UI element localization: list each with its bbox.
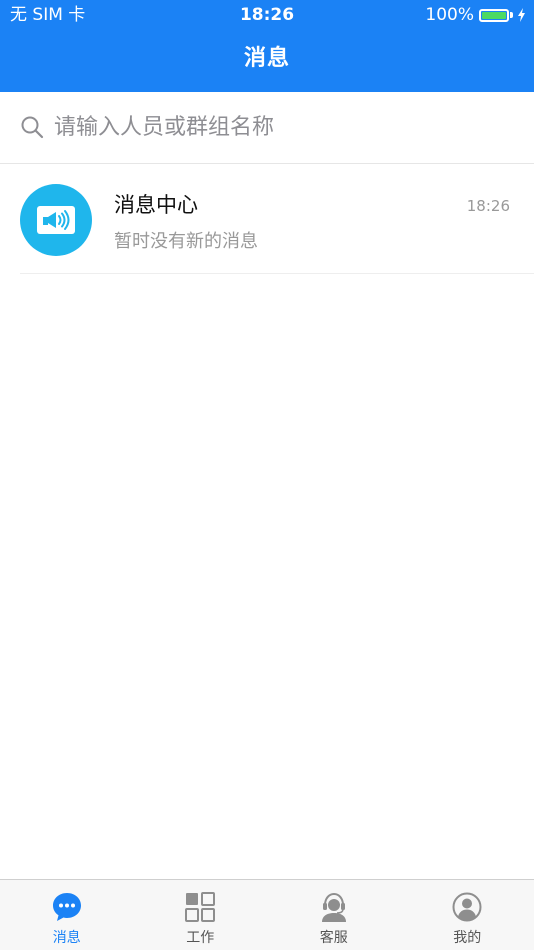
conversation-item-message-center[interactable]: 消息中心 18:26 暂时没有新的消息 [0, 164, 534, 274]
tab-label: 消息 [52, 930, 81, 946]
tab-label: 客服 [319, 930, 348, 946]
tab-bar: 消息 工作 客服 我的 [0, 879, 534, 950]
megaphone-icon [37, 206, 75, 234]
tab-customer-service[interactable]: 客服 [267, 880, 401, 950]
battery-cap [510, 12, 513, 18]
grid-icon [184, 891, 216, 923]
tab-messages[interactable]: 消息 [0, 880, 134, 950]
chat-bubble-icon [51, 891, 83, 923]
battery-fill [482, 11, 506, 19]
customer-service-icon [318, 891, 350, 923]
charging-bolt-icon [518, 8, 525, 22]
conversation-preview: 暂时没有新的消息 [114, 231, 258, 252]
conversation-name: 消息中心 [114, 193, 198, 217]
tab-label: 我的 [453, 930, 482, 946]
page-title: 消息 [243, 46, 290, 71]
tab-profile[interactable]: 我的 [401, 880, 534, 950]
battery-percent: 100% [425, 5, 474, 25]
search-bar [0, 92, 534, 164]
tab-label: 工作 [186, 930, 215, 946]
avatar [20, 184, 92, 256]
battery-icon [479, 8, 509, 22]
search-icon [21, 116, 44, 139]
battery-indicator: 100% [425, 5, 526, 25]
profile-icon [451, 891, 483, 923]
conversation-time: 18:26 [466, 197, 510, 215]
status-bar: 无 SIM 卡 18:26 100% [0, 0, 534, 30]
divider [20, 273, 534, 274]
search-input[interactable] [54, 108, 514, 146]
app-header: 无 SIM 卡 18:26 100% 消息 [0, 0, 534, 92]
tab-work[interactable]: 工作 [134, 880, 268, 950]
